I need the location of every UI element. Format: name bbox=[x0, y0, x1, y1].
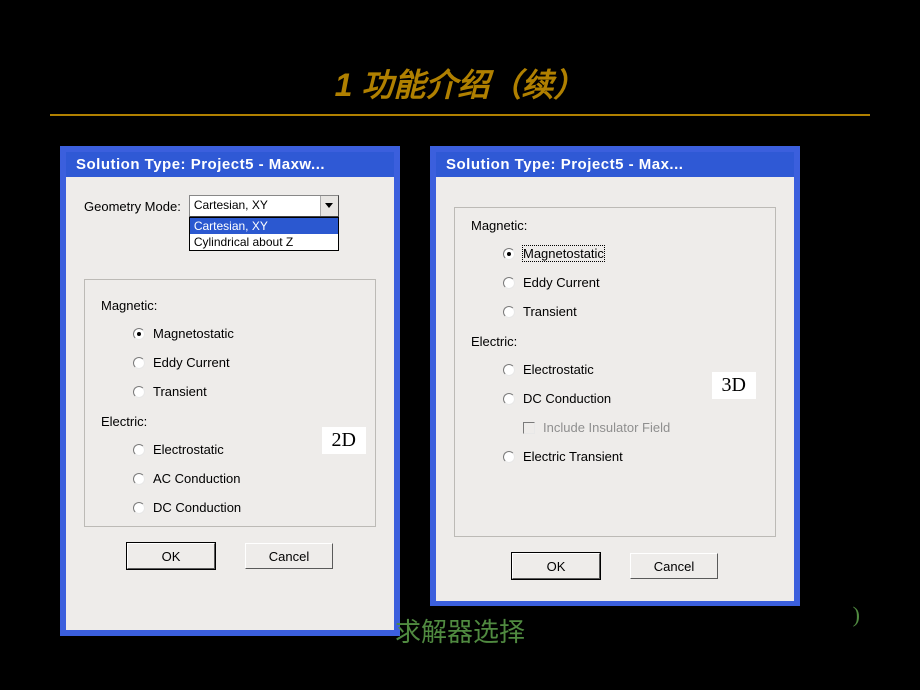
badge-3d: 3D bbox=[712, 372, 756, 399]
radio-electric-transient-3d[interactable]: Electric Transient bbox=[467, 442, 763, 471]
chevron-down-icon[interactable] bbox=[320, 196, 338, 216]
radio-ac-conduction-2d[interactable]: AC Conduction bbox=[97, 464, 363, 493]
radio-icon bbox=[503, 306, 515, 318]
dialogs-row: Solution Type: Project5 - Maxw... Geomet… bbox=[0, 146, 920, 636]
radio-icon bbox=[133, 473, 145, 485]
radio-label: Transient bbox=[523, 304, 577, 319]
radio-icon bbox=[503, 248, 515, 260]
dropdown-option-cartesian[interactable]: Cartesian, XY bbox=[190, 218, 338, 234]
magnetic-label: Magnetic: bbox=[471, 218, 763, 233]
radio-icon bbox=[133, 386, 145, 398]
radio-label: Electrostatic bbox=[523, 362, 594, 377]
button-row-2d: OK Cancel bbox=[84, 543, 376, 569]
radio-label: DC Conduction bbox=[523, 391, 611, 406]
radio-label: Eddy Current bbox=[153, 355, 230, 370]
radio-label: Magnetostatic bbox=[523, 246, 604, 261]
radio-eddy-3d[interactable]: Eddy Current bbox=[467, 268, 763, 297]
radio-icon bbox=[503, 393, 515, 405]
title-rule bbox=[50, 114, 870, 116]
radio-label: Electrostatic bbox=[153, 442, 224, 457]
radio-label: Transient bbox=[153, 384, 207, 399]
dialog-3d-body: Magnetic: Magnetostatic Eddy Current Tra… bbox=[436, 177, 794, 601]
geometry-mode-combobox[interactable]: Cartesian, XY bbox=[189, 195, 339, 217]
dialog-3d: Solution Type: Project5 - Max... Magneti… bbox=[430, 146, 800, 606]
electric-label: Electric: bbox=[471, 334, 763, 349]
cancel-button[interactable]: Cancel bbox=[630, 553, 718, 579]
checkbox-icon bbox=[523, 422, 535, 434]
trailing-paren: ) bbox=[853, 602, 860, 628]
radio-icon bbox=[133, 328, 145, 340]
dialog-2d: Solution Type: Project5 - Maxw... Geomet… bbox=[60, 146, 400, 636]
radio-label: Eddy Current bbox=[523, 275, 600, 290]
radio-icon bbox=[503, 364, 515, 376]
radio-icon bbox=[503, 277, 515, 289]
magnetic-label: Magnetic: bbox=[101, 298, 363, 313]
geometry-mode-dropdown: Cartesian, XY Cylindrical about Z bbox=[189, 217, 339, 251]
slide-title: 1 功能介绍（续） bbox=[0, 0, 920, 114]
combobox-value: Cartesian, XY bbox=[190, 196, 320, 216]
radio-label: DC Conduction bbox=[153, 500, 241, 515]
button-row-3d: OK Cancel bbox=[454, 553, 776, 579]
dropdown-option-cylindrical[interactable]: Cylindrical about Z bbox=[190, 234, 338, 250]
radio-dc-conduction-2d[interactable]: DC Conduction bbox=[97, 493, 363, 522]
ok-button[interactable]: OK bbox=[127, 543, 215, 569]
dialog-3d-titlebar: Solution Type: Project5 - Max... bbox=[436, 152, 794, 177]
radio-transient-3d[interactable]: Transient bbox=[467, 297, 763, 326]
radio-label: Magnetostatic bbox=[153, 326, 234, 341]
cancel-button[interactable]: Cancel bbox=[245, 543, 333, 569]
dialog-2d-body: Geometry Mode: Cartesian, XY Cartesian, … bbox=[66, 177, 394, 630]
dialog-2d-titlebar: Solution Type: Project5 - Maxw... bbox=[66, 152, 394, 177]
radio-eddy-2d[interactable]: Eddy Current bbox=[97, 348, 363, 377]
radio-icon bbox=[503, 451, 515, 463]
radio-label: AC Conduction bbox=[153, 471, 240, 486]
radio-icon bbox=[133, 502, 145, 514]
radio-transient-2d[interactable]: Transient bbox=[97, 377, 363, 406]
checkbox-label: Include Insulator Field bbox=[543, 420, 670, 435]
radio-icon bbox=[133, 444, 145, 456]
radio-label: Electric Transient bbox=[523, 449, 623, 464]
radio-magnetostatic-2d[interactable]: Magnetostatic bbox=[97, 319, 363, 348]
radio-icon bbox=[133, 357, 145, 369]
checkbox-include-insulator: Include Insulator Field bbox=[467, 413, 763, 442]
geometry-mode-label: Geometry Mode: bbox=[84, 199, 181, 214]
solution-groupbox-2d: Magnetic: Magnetostatic Eddy Current Tra… bbox=[84, 279, 376, 527]
geometry-mode-row: Geometry Mode: Cartesian, XY Cartesian, … bbox=[84, 195, 376, 251]
badge-2d: 2D bbox=[322, 427, 366, 454]
ok-button[interactable]: OK bbox=[512, 553, 600, 579]
radio-magnetostatic-3d[interactable]: Magnetostatic bbox=[467, 239, 763, 268]
